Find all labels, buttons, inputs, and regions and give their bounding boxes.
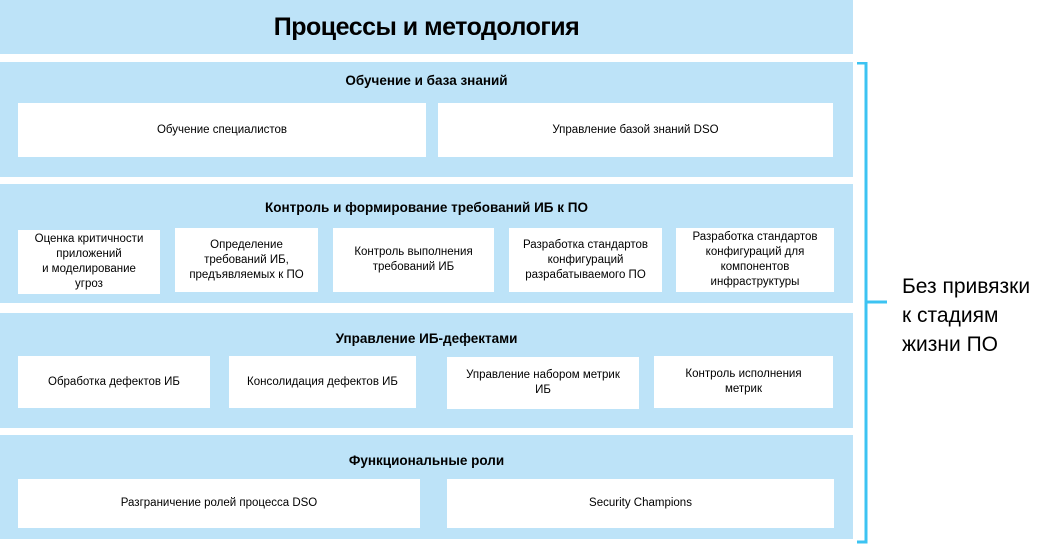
diagram-header: Процессы и методология	[0, 0, 853, 54]
box-defect-processing: Обработка дефектов ИБ	[18, 356, 210, 408]
section-title: Обучение и база знаний	[345, 73, 508, 88]
box-criticality-threat-modeling: Оценка критичности приложений и моделиро…	[18, 230, 160, 294]
right-brace-icon	[857, 62, 887, 544]
box-defect-consolidation: Консолидация дефектов ИБ	[229, 356, 416, 408]
section-training-knowledge-base: Обучение и база знаний Обучение специали…	[0, 62, 853, 177]
box-metrics-control: Контроль исполнения метрик	[654, 356, 833, 408]
box-metrics-management: Управление набором метрик ИБ	[447, 357, 639, 409]
box-requirements-definition: Определение требований ИБ, предъявляемых…	[175, 228, 318, 292]
section-functional-roles: Функциональные роли Разграничение ролей …	[0, 435, 853, 539]
box-dso-knowledge-base: Управление базой знаний DSO	[438, 103, 833, 157]
box-security-champions: Security Champions	[447, 479, 834, 528]
section-title: Контроль и формирование требований ИБ к …	[265, 200, 588, 215]
side-note: Без привязки к стадиям жизни ПО	[902, 275, 1031, 356]
box-requirements-control: Контроль выполнения требований ИБ	[333, 228, 494, 292]
box-infra-config-standards: Разработка стандартов конфигураций для к…	[676, 228, 834, 292]
section-security-defects: Управление ИБ-дефектами Обработка дефект…	[0, 313, 853, 428]
box-dso-role-separation: Разграничение ролей процесса DSO	[18, 479, 420, 528]
diagram-title: Процессы и методология	[273, 12, 580, 41]
box-specialist-training: Обучение специалистов	[18, 103, 426, 157]
section-title: Функциональные роли	[348, 453, 505, 468]
section-security-requirements: Контроль и формирование требований ИБ к …	[0, 184, 853, 303]
box-app-config-standards: Разработка стандартов конфигураций разра…	[509, 228, 662, 292]
section-title: Управление ИБ-дефектами	[335, 331, 518, 346]
